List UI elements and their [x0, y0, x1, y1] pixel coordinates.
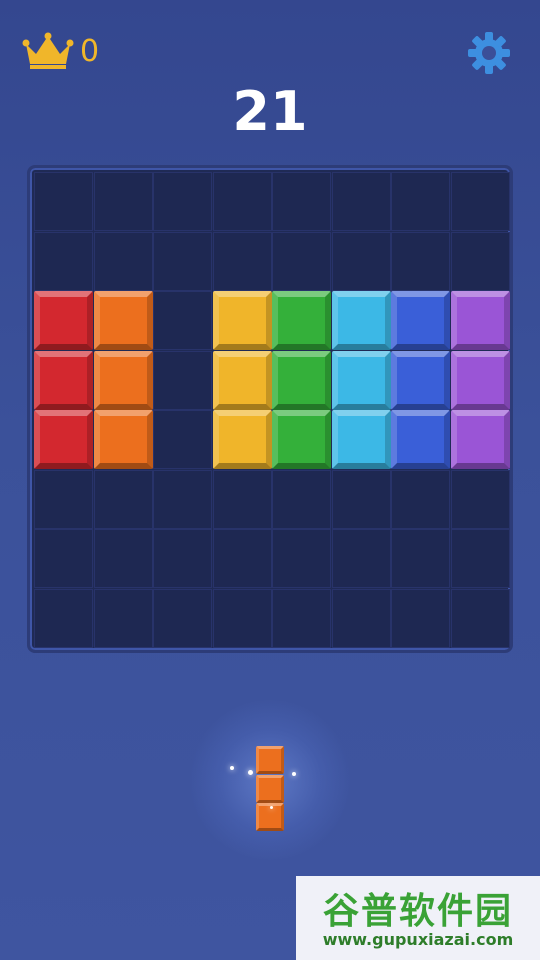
board-cell[interactable] [93, 231, 153, 291]
board-block-yellow [212, 410, 272, 469]
board-cell[interactable] [212, 469, 272, 529]
board-cell[interactable] [153, 291, 212, 350]
current-score: 21 [232, 80, 308, 143]
board-cell[interactable] [34, 469, 93, 529]
board-block-green [272, 291, 331, 350]
board-block-green [272, 410, 331, 469]
board-cell[interactable] [391, 469, 450, 529]
board-cell[interactable] [450, 469, 510, 529]
board-cell[interactable] [34, 588, 93, 648]
board-block-orange [93, 350, 153, 410]
sparkle [248, 770, 253, 775]
board-block-green [272, 350, 331, 410]
board-cell[interactable] [212, 588, 272, 648]
sparkle [292, 772, 296, 776]
board-cell[interactable] [272, 529, 331, 588]
board-cell[interactable] [331, 469, 391, 529]
game-board[interactable] [27, 165, 513, 653]
gear-icon[interactable] [466, 30, 512, 76]
board-block-blue [391, 350, 450, 410]
board-cell[interactable] [391, 529, 450, 588]
board-cell[interactable] [93, 529, 153, 588]
board-cell[interactable] [34, 231, 93, 291]
sparkle [230, 766, 234, 770]
board-block-cyan [331, 291, 391, 350]
board-grid[interactable] [34, 172, 510, 650]
board-block-cyan [331, 410, 391, 469]
board-block-red [34, 410, 93, 469]
board-cell[interactable] [153, 469, 212, 529]
board-cell[interactable] [391, 231, 450, 291]
watermark-title: 谷普软件园 [322, 891, 513, 932]
board-block-purple [450, 410, 510, 469]
sparkle [270, 806, 273, 809]
board-cell[interactable] [272, 231, 331, 291]
board-cell[interactable] [450, 231, 510, 291]
tray-piece-block[interactable] [256, 746, 284, 774]
board-cell[interactable] [153, 350, 212, 410]
board-block-orange [93, 410, 153, 469]
board-cell[interactable] [272, 172, 331, 231]
board-block-cyan [331, 350, 391, 410]
board-cell[interactable] [153, 588, 212, 648]
board-block-orange [93, 291, 153, 350]
board-cell[interactable] [450, 529, 510, 588]
board-cell[interactable] [331, 172, 391, 231]
watermark: 谷普软件园 www.gupuxiazai.com [296, 876, 540, 960]
board-block-purple [450, 350, 510, 410]
board-cell[interactable] [153, 172, 212, 231]
board-cell[interactable] [450, 588, 510, 648]
board-cell[interactable] [153, 529, 212, 588]
board-cell[interactable] [34, 172, 93, 231]
board-cell[interactable] [331, 588, 391, 648]
board-cell[interactable] [272, 588, 331, 648]
board-cell[interactable] [153, 410, 212, 469]
best-score: 0 [80, 34, 100, 69]
board-cell[interactable] [93, 172, 153, 231]
board-cell[interactable] [272, 469, 331, 529]
board-block-yellow [212, 291, 272, 350]
board-cell[interactable] [153, 231, 212, 291]
board-cell[interactable] [391, 172, 450, 231]
board-cell[interactable] [93, 469, 153, 529]
crown-icon [22, 32, 74, 69]
watermark-url: www.gupuxiazai.com [322, 930, 514, 949]
tray-piece-block[interactable] [256, 774, 284, 803]
board-block-blue [391, 410, 450, 469]
board-cell[interactable] [212, 529, 272, 588]
board-block-red [34, 291, 93, 350]
board-block-yellow [212, 350, 272, 410]
board-block-purple [450, 291, 510, 350]
board-cell[interactable] [450, 172, 510, 231]
board-block-blue [391, 291, 450, 350]
board-cell[interactable] [93, 588, 153, 648]
board-cell[interactable] [212, 172, 272, 231]
board-cell[interactable] [391, 588, 450, 648]
board-block-red [34, 350, 93, 410]
board-cell[interactable] [331, 231, 391, 291]
board-cell[interactable] [34, 529, 93, 588]
board-cell[interactable] [212, 231, 272, 291]
board-cell[interactable] [331, 529, 391, 588]
